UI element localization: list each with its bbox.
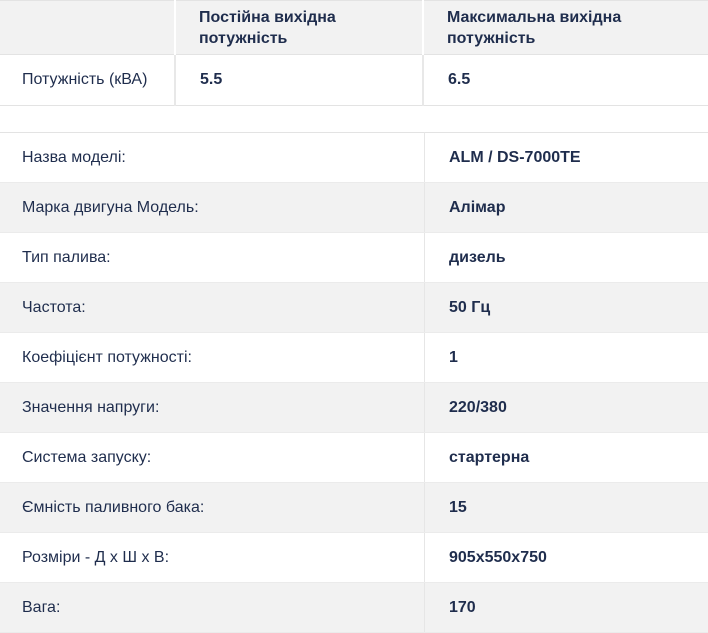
max-power-value: 6.5 — [423, 55, 708, 106]
max-power-header: Максимальна вихідна потужність — [423, 1, 708, 55]
spec-value: дизель — [425, 233, 708, 283]
spec-row-engine-brand: Марка двигуна Модель: Алімар — [0, 183, 708, 233]
power-table-row: Потужність (кВА) 5.5 6.5 — [0, 55, 708, 106]
spec-label: Назва моделі: — [0, 133, 425, 183]
spec-value: Алімар — [425, 183, 708, 233]
continuous-power-value: 5.5 — [175, 55, 423, 106]
spec-row-fuel-type: Тип палива: дизель — [0, 233, 708, 283]
spec-row-frequency: Частота: 50 Гц — [0, 283, 708, 333]
spec-label: Система запуску: — [0, 433, 425, 483]
spec-label: Вага: — [0, 583, 425, 633]
spec-value: 220/380 — [425, 383, 708, 433]
spec-row-power-factor: Коефіцієнт потужності: 1 — [0, 333, 708, 383]
spec-label: Коефіцієнт потужності: — [0, 333, 425, 383]
power-table-corner-cell — [0, 1, 175, 55]
power-table: Постійна вихідна потужність Максимальна … — [0, 0, 708, 106]
spec-row-start-system: Система запуску: стартерна — [0, 433, 708, 483]
spec-label: Значення напруги: — [0, 383, 425, 433]
spec-row-voltage: Значення напруги: 220/380 — [0, 383, 708, 433]
spec-row-tank-capacity: Ємність паливного бака: 15 — [0, 483, 708, 533]
spec-value: ALM / DS-7000TE — [425, 133, 708, 183]
power-row-label: Потужність (кВА) — [0, 55, 175, 106]
spec-label: Тип палива: — [0, 233, 425, 283]
spec-value: 905x550x750 — [425, 533, 708, 583]
continuous-power-header: Постійна вихідна потужність — [175, 1, 423, 55]
spec-row-weight: Вага: 170 — [0, 583, 708, 633]
spec-label: Марка двигуна Модель: — [0, 183, 425, 233]
spec-value: 170 — [425, 583, 708, 633]
spec-label: Розміри - Д х Ш х В: — [0, 533, 425, 583]
spec-value: 50 Гц — [425, 283, 708, 333]
spec-row-dimensions: Розміри - Д х Ш х В: 905x550x750 — [0, 533, 708, 583]
spec-value: стартерна — [425, 433, 708, 483]
spec-label: Частота: — [0, 283, 425, 333]
spec-label: Ємність паливного бака: — [0, 483, 425, 533]
spec-row-model-name: Назва моделі: ALM / DS-7000TE — [0, 133, 708, 183]
spec-value: 15 — [425, 483, 708, 533]
specs-table: Назва моделі: ALM / DS-7000TE Марка двиг… — [0, 132, 708, 633]
spec-value: 1 — [425, 333, 708, 383]
power-table-header-row: Постійна вихідна потужність Максимальна … — [0, 1, 708, 55]
